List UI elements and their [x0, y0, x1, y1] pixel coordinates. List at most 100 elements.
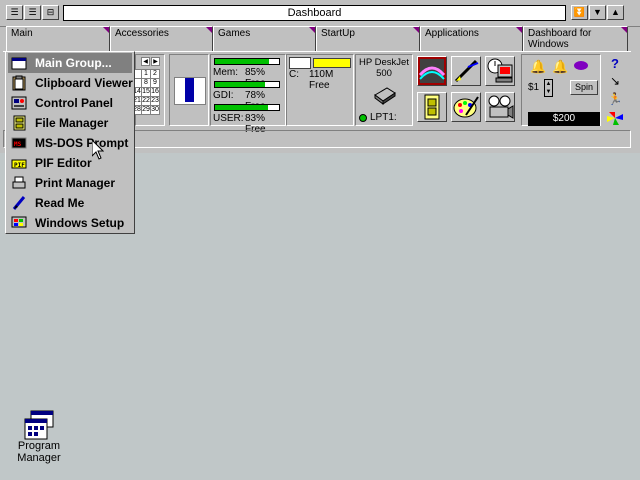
control-menu-button[interactable]: ☰ [6, 5, 23, 20]
tab-corner-icon [103, 27, 109, 33]
menu-item-label: MS-DOS Prompt [35, 136, 129, 150]
swatch-panel [169, 54, 209, 126]
msdos-icon: MS [11, 135, 27, 151]
menu-item-label: Print Manager [35, 176, 116, 190]
menu-item-label: Control Panel [35, 96, 114, 110]
app-wallpaper-icon[interactable] [417, 56, 447, 86]
menu-item-clipboard-viewer[interactable]: Clipboard Viewer [8, 73, 133, 93]
user-bar [214, 104, 280, 111]
windows-setup-icon [11, 215, 27, 231]
gdi-bar-fill [215, 82, 265, 87]
desktop-icon-program-manager[interactable]: Program Manager [16, 410, 62, 464]
menu-item-windows-setup[interactable]: Windows Setup [8, 213, 132, 233]
balance-display: $200 [528, 112, 600, 126]
maximize-button[interactable]: ▲ [607, 5, 624, 20]
menu-item-pif-editor[interactable]: PIF PIF Editor [8, 153, 132, 173]
help-icon[interactable]: ? [605, 56, 625, 74]
tab-startup[interactable]: StartUp [316, 26, 420, 51]
restore-icon: ⊟ [46, 7, 55, 17]
calendar-day[interactable]: 29 [141, 105, 151, 115]
menu-lines-icon: ☰ [10, 7, 19, 17]
calendar-day[interactable]: 23 [150, 96, 160, 106]
app-cabinet-icon[interactable] [417, 92, 447, 122]
mouse-cursor-icon [91, 138, 105, 160]
calendar-prev-icon[interactable]: ◀ [141, 57, 150, 66]
triangle-down-icon: ▼ [593, 7, 602, 17]
program-manager-label: Program Manager [17, 440, 61, 464]
spin-button[interactable]: Spin [570, 80, 598, 95]
tab-label: Applications [425, 28, 479, 39]
calendar-next-icon[interactable]: ▶ [151, 57, 160, 66]
menu-item-main-group[interactable]: Main Group... [8, 53, 132, 73]
pinwheel-icon[interactable] [605, 110, 625, 128]
tab-corner-icon [413, 27, 419, 33]
calendar-day[interactable]: 30 [150, 105, 160, 115]
printer-port: LPT1: [370, 112, 397, 123]
app-projector-icon[interactable] [485, 92, 515, 122]
calendar-week-row: 89 [132, 78, 160, 88]
plum-icon [574, 61, 588, 70]
calendar-day[interactable]: 22 [141, 96, 151, 106]
user-bar-fill [215, 105, 269, 110]
printer-icon [11, 175, 27, 191]
tab-label: Dashboard for Windows [528, 28, 592, 50]
drive-icon [289, 57, 311, 69]
tab-games[interactable]: Games [213, 26, 316, 51]
menu-item-file-manager[interactable]: File Manager [8, 113, 132, 133]
menu-item-print-manager[interactable]: Print Manager [8, 173, 132, 193]
runner-icon[interactable]: 🏃 [605, 92, 625, 110]
restore-button[interactable]: ⊟ [42, 5, 59, 20]
menu-item-read-me[interactable]: Read Me [8, 193, 132, 213]
calendar-day[interactable]: 16 [150, 87, 160, 97]
minimize-button[interactable]: ▼ [589, 5, 606, 20]
mem-bar [214, 58, 280, 65]
menu-item-label: Main Group... [35, 56, 112, 70]
disk-free-value: 110M Free [309, 69, 334, 91]
app-paintbrush-icon[interactable] [451, 92, 481, 122]
calendar-day[interactable]: 2 [150, 69, 160, 79]
drive-label: C: [289, 69, 299, 80]
tab-corner-icon [516, 27, 522, 33]
group-icon [11, 55, 27, 71]
color-swatch[interactable] [174, 77, 206, 105]
menu-item-control-panel[interactable]: Control Panel [8, 93, 132, 113]
tab-main[interactable]: Main [6, 26, 110, 51]
double-chevron-down-icon: ⏬ [573, 7, 586, 17]
tab-accessories[interactable]: Accessories [110, 26, 213, 51]
tab-label: StartUp [321, 28, 355, 39]
printer-status-icon [359, 114, 367, 122]
calendar-day[interactable]: 9 [150, 78, 160, 88]
main-group-menu: Main Group... Clipboard Viewer Control P… [5, 51, 135, 234]
tab-label: Games [218, 28, 251, 39]
read-me-icon [11, 195, 27, 211]
tab-label: Main [11, 28, 33, 39]
tab-applications[interactable]: Applications [420, 26, 523, 51]
calendar-day[interactable]: 8 [141, 78, 151, 88]
window-title: Dashboard [63, 5, 566, 21]
control-panel-icon [11, 95, 27, 111]
calendar-day[interactable]: 1 [141, 69, 151, 79]
bet-spinner[interactable]: ▲ ▼ [544, 79, 553, 97]
app-clock-monitor-icon[interactable] [485, 56, 515, 86]
menu-item-label: File Manager [35, 116, 109, 130]
tab-corner-icon [621, 27, 627, 33]
list-button[interactable]: ☰ [24, 5, 41, 20]
calendar-week-row: 21 22 23 [132, 96, 160, 106]
tab-dashboard-for-windows[interactable]: Dashboard for Windows [523, 26, 628, 51]
menu-item-msdos-prompt[interactable]: MS MS-DOS Prompt [8, 133, 132, 153]
swatch-bar [185, 78, 194, 102]
menu-item-label: Clipboard Viewer [35, 76, 133, 90]
slot-reels: 🔔 🔔 [526, 57, 596, 77]
calendar-panel: ◀ ▶ 1 2 8 9 14 15 16 21 22 23 28 29 30 [132, 54, 165, 126]
bet-amount: $1 [528, 82, 540, 93]
collapse-button[interactable]: ⏬ [571, 5, 588, 20]
gdi-label: GDI: [213, 90, 234, 101]
bell-icon: 🔔 [530, 59, 547, 74]
calendar-day[interactable]: 15 [141, 87, 151, 97]
printer-icon[interactable] [373, 85, 397, 105]
app-pen-icon[interactable] [451, 56, 481, 86]
list-icon: ☰ [28, 7, 37, 17]
pointer-icon[interactable]: ↘ [605, 74, 625, 92]
menu-item-label: PIF Editor [35, 156, 92, 170]
title-bar: ☰ ☰ ⊟ Dashboard ⏬ ▼ ▲ [0, 0, 640, 27]
